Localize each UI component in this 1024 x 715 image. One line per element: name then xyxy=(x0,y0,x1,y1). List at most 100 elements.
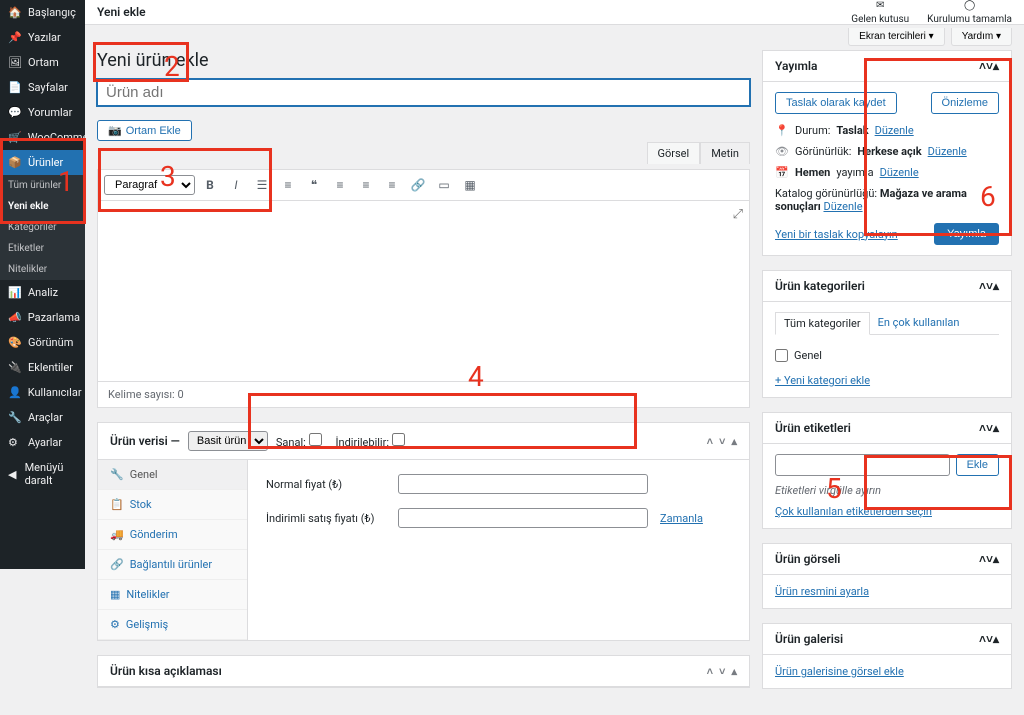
sd-up-icon[interactable]: ˄ xyxy=(707,665,713,678)
sidebar-item-marketing[interactable]: 📣Pazarlama xyxy=(0,305,85,330)
sidebar-item-products[interactable]: 📦Ürünler xyxy=(0,150,85,175)
product-title-input[interactable] xyxy=(97,79,750,106)
ol-button[interactable]: ≡ xyxy=(277,174,299,196)
appearance-icon: 🎨 xyxy=(8,336,22,349)
setup-link[interactable]: ◯Kurulumu tamamla xyxy=(927,0,1012,25)
sidebar-item-pages[interactable]: 📄Sayfalar xyxy=(0,75,85,100)
virtual-checkbox-label[interactable]: Sanal: xyxy=(276,433,322,449)
sidebar-item-users[interactable]: 👤Kullanıcılar xyxy=(0,380,85,405)
tag-up-icon[interactable]: ˄ xyxy=(979,421,986,435)
editor-tab-visual[interactable]: Görsel xyxy=(647,142,701,164)
gal-toggle-icon[interactable]: ▴ xyxy=(993,632,999,646)
cat-up-icon[interactable]: ˄ xyxy=(979,279,986,293)
tag-down-icon[interactable]: ˅ xyxy=(986,421,993,435)
regular-price-input[interactable] xyxy=(398,474,648,494)
add-media-button[interactable]: 📷Ortam Ekle xyxy=(97,120,192,141)
add-category-link[interactable]: + Yeni kategori ekle xyxy=(775,374,870,387)
tags-heading: Ürün etiketleri xyxy=(775,421,851,435)
italic-button[interactable]: I xyxy=(225,174,247,196)
cat-tab-used[interactable]: En çok kullanılan xyxy=(870,312,968,334)
edit-date-link[interactable]: Düzenle xyxy=(880,166,919,179)
set-image-link[interactable]: Ürün resmini ayarla xyxy=(775,585,869,598)
product-type-select[interactable]: Basit ürün xyxy=(188,431,268,451)
box-toggle-icon[interactable]: ▴ xyxy=(731,435,737,448)
inbox-link[interactable]: ✉Gelen kutusu xyxy=(851,0,909,25)
sidebar-item-media[interactable]: 🖼Ortam xyxy=(0,50,85,75)
box-down-icon[interactable]: ˅ xyxy=(719,435,725,448)
virtual-checkbox[interactable] xyxy=(309,433,322,446)
cat-tab-all[interactable]: Tüm kategoriler xyxy=(775,312,870,335)
copy-draft-link[interactable]: Yeni bir taslak kopyalayın xyxy=(775,228,898,241)
bold-button[interactable]: B xyxy=(199,174,221,196)
cat-checkbox-genel[interactable] xyxy=(775,349,788,362)
pd-tab-linked[interactable]: 🔗 Bağlantılı ürünler xyxy=(98,550,247,580)
toggle-toolbar-button[interactable]: ▦ xyxy=(459,174,481,196)
sidebar-item-woocommerce[interactable]: 🛒WooCommerce xyxy=(0,125,85,150)
sidebar-item-plugins[interactable]: 🔌Eklentiler xyxy=(0,355,85,380)
edit-visibility-link[interactable]: Düzenle xyxy=(928,145,967,158)
paragraph-select[interactable]: Paragraf xyxy=(104,175,195,195)
edit-catalog-link[interactable]: Düzenle xyxy=(823,200,862,213)
help-btn[interactable]: Yardım ▾ xyxy=(951,28,1012,46)
add-tag-button[interactable]: Ekle xyxy=(956,454,999,476)
cat-down-icon[interactable]: ˅ xyxy=(986,279,993,293)
pb-down-icon[interactable]: ˅ xyxy=(986,59,993,73)
align-left-button[interactable]: ≡ xyxy=(329,174,351,196)
img-up-icon[interactable]: ˄ xyxy=(979,552,986,566)
pd-tab-general[interactable]: 🔧 Genel xyxy=(98,460,247,490)
align-right-button[interactable]: ≡ xyxy=(381,174,403,196)
add-gallery-link[interactable]: Ürün galerisine görsel ekle xyxy=(775,665,904,678)
downloadable-checkbox-label[interactable]: İndirilebilir: xyxy=(336,433,405,449)
pd-tab-inventory[interactable]: 📋 Stok xyxy=(98,490,247,520)
save-draft-button[interactable]: Taslak olarak kaydet xyxy=(775,92,897,114)
sub-tags[interactable]: Etiketler xyxy=(0,238,85,259)
gal-up-icon[interactable]: ˄ xyxy=(979,632,986,646)
product-image-heading: Ürün görseli xyxy=(775,552,840,566)
ul-button[interactable]: ☰ xyxy=(251,174,273,196)
choose-tags-link[interactable]: Çok kullanılan etiketlerden seçin xyxy=(775,505,932,518)
sidebar-item-analytics[interactable]: 📊Analiz xyxy=(0,280,85,305)
pb-up-icon[interactable]: ˄ xyxy=(979,59,986,73)
tag-toggle-icon[interactable]: ▴ xyxy=(993,421,999,435)
editor-tab-text[interactable]: Metin xyxy=(700,142,750,164)
sidebar-item-comments[interactable]: 💬Yorumlar xyxy=(0,100,85,125)
sub-all-products[interactable]: Tüm ürünler xyxy=(0,175,85,196)
sidebar-item-collapse[interactable]: ◀Menüyü daralt xyxy=(0,455,85,493)
sub-add-new[interactable]: Yeni ekle xyxy=(0,196,85,217)
megaphone-icon: 📣 xyxy=(8,311,22,324)
tag-input[interactable] xyxy=(775,454,950,476)
pd-tab-shipping[interactable]: 🚚 Gönderim xyxy=(98,520,247,550)
sd-toggle-icon[interactable]: ▴ xyxy=(731,665,737,678)
box-up-icon[interactable]: ˄ xyxy=(707,435,713,448)
sub-attributes[interactable]: Nitelikler xyxy=(0,259,85,280)
sidebar-item-home[interactable]: 🏠Başlangıç xyxy=(0,0,85,25)
pd-tab-attributes[interactable]: ▦ Nitelikler xyxy=(98,580,247,610)
schedule-link[interactable]: Zamanla xyxy=(660,512,703,525)
img-down-icon[interactable]: ˅ xyxy=(986,552,993,566)
sidebar-item-appearance[interactable]: 🎨Görünüm xyxy=(0,330,85,355)
sidebar-item-settings[interactable]: ⚙Ayarlar xyxy=(0,430,85,455)
preview-button[interactable]: Önizleme xyxy=(931,92,999,114)
editor-textarea[interactable]: ⤢ xyxy=(98,201,749,381)
sidebar-item-posts[interactable]: 📌Yazılar xyxy=(0,25,85,50)
sd-down-icon[interactable]: ˅ xyxy=(719,665,725,678)
cat-toggle-icon[interactable]: ▴ xyxy=(993,279,999,293)
link-button[interactable]: 🔗 xyxy=(407,174,429,196)
publish-button[interactable]: Yayımla xyxy=(934,223,999,245)
img-toggle-icon[interactable]: ▴ xyxy=(993,552,999,566)
more-button[interactable]: ▭ xyxy=(433,174,455,196)
gal-down-icon[interactable]: ˅ xyxy=(986,632,993,646)
align-center-button[interactable]: ≡ xyxy=(355,174,377,196)
sub-categories[interactable]: Kategoriler xyxy=(0,217,85,238)
pb-toggle-icon[interactable]: ▴ xyxy=(993,59,999,73)
word-count: Kelime sayısı: 0 xyxy=(98,381,749,407)
edit-status-link[interactable]: Düzenle xyxy=(875,124,914,137)
pd-tab-advanced[interactable]: ⚙ Gelişmiş xyxy=(98,610,247,640)
sidebar-item-tools[interactable]: 🔧Araçlar xyxy=(0,405,85,430)
quote-button[interactable]: ❝ xyxy=(303,174,325,196)
screen-options-btn[interactable]: Ekran tercihleri ▾ xyxy=(848,28,945,46)
sale-price-input[interactable] xyxy=(398,508,648,528)
product-gallery-heading: Ürün galerisi xyxy=(775,632,843,646)
downloadable-checkbox[interactable] xyxy=(392,433,405,446)
expand-icon[interactable]: ⤢ xyxy=(733,207,743,222)
